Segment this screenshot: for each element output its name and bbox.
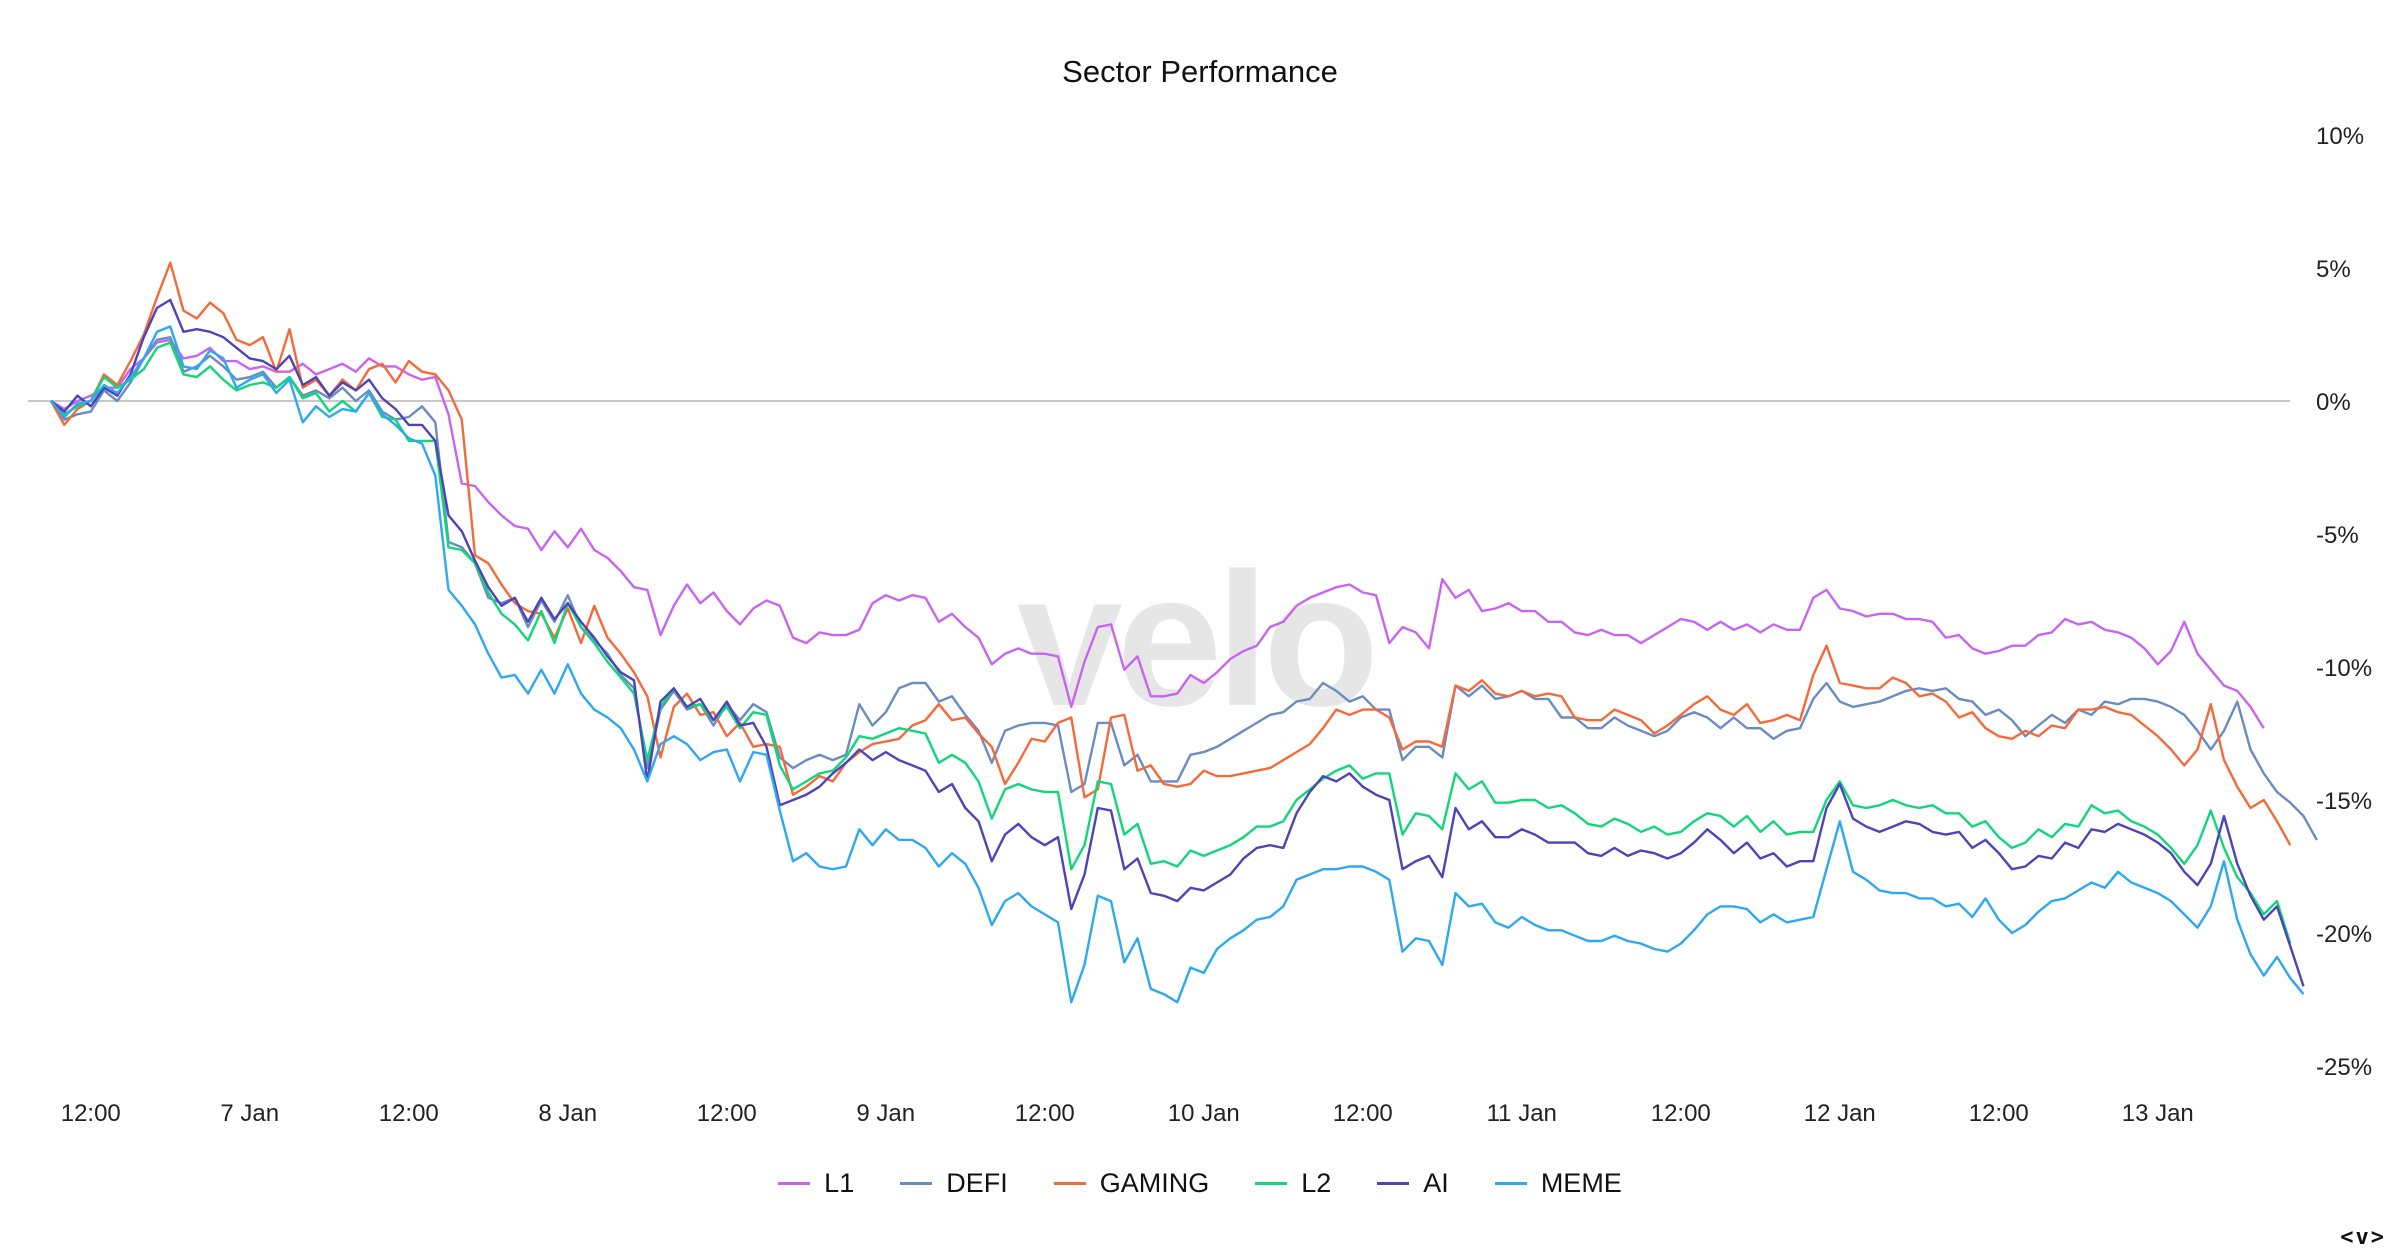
x-tick-label: 9 Jan <box>856 1100 915 1127</box>
y-tick-label: -10% <box>2316 655 2372 682</box>
legend-swatch <box>778 1182 811 1185</box>
y-tick-label: 10% <box>2316 123 2364 150</box>
x-tick-label: 12 Jan <box>1804 1100 1876 1127</box>
x-tick-label: 8 Jan <box>538 1100 597 1127</box>
y-tick-label: -25% <box>2316 1054 2372 1081</box>
legend-item-defi[interactable]: DEFI <box>900 1168 1008 1199</box>
legend-swatch <box>1494 1182 1527 1185</box>
legend-swatch <box>900 1182 933 1185</box>
x-tick-label: 7 Jan <box>220 1100 279 1127</box>
x-tick-label: 12:00 <box>61 1100 121 1127</box>
y-tick-label: 5% <box>2316 256 2351 283</box>
legend-item-l2[interactable]: L2 <box>1255 1168 1331 1199</box>
x-tick-label: 12:00 <box>1015 1100 1075 1127</box>
x-tick-label: 13 Jan <box>2122 1100 2194 1127</box>
legend-swatch <box>1053 1182 1086 1185</box>
navigation-arrows[interactable]: <v> <box>2340 1225 2386 1250</box>
legend: L1 DEFI GAMING L2 AI MEME <box>0 1168 2400 1199</box>
legend-swatch <box>1255 1182 1288 1185</box>
x-tick-label: 11 Jan <box>1487 1100 1557 1127</box>
x-tick-label: 12:00 <box>1333 1100 1393 1127</box>
x-tick-label: 12:00 <box>379 1100 439 1127</box>
x-tick-label: 12:00 <box>1969 1100 2029 1127</box>
y-tick-label: -15% <box>2316 788 2372 815</box>
y-tick-label: -20% <box>2316 921 2372 948</box>
x-tick-label: 12:00 <box>1651 1100 1711 1127</box>
legend-label: MEME <box>1540 1168 1622 1198</box>
x-tick-label: 12:00 <box>697 1100 757 1127</box>
x-tick-label: 10 Jan <box>1168 1100 1240 1127</box>
legend-swatch <box>1377 1182 1410 1185</box>
watermark: velo <box>1017 534 1373 746</box>
y-tick-label: 0% <box>2316 389 2351 416</box>
legend-item-ai[interactable]: AI <box>1377 1168 1449 1199</box>
legend-label: DEFI <box>946 1168 1008 1198</box>
legend-label: GAMING <box>1099 1168 1210 1198</box>
y-tick-label: -5% <box>2316 522 2359 549</box>
legend-label: L2 <box>1301 1168 1332 1198</box>
legend-label: L1 <box>824 1168 855 1198</box>
legend-item-gaming[interactable]: GAMING <box>1053 1168 1210 1199</box>
chart-plot: velo 10% 5% 0% -5% -10% -15% -20% -25% 12:00 7 J… <box>28 123 2372 1127</box>
legend-label: AI <box>1423 1168 1449 1198</box>
legend-item-l1[interactable]: L1 <box>778 1168 854 1199</box>
legend-item-meme[interactable]: MEME <box>1494 1168 1622 1199</box>
